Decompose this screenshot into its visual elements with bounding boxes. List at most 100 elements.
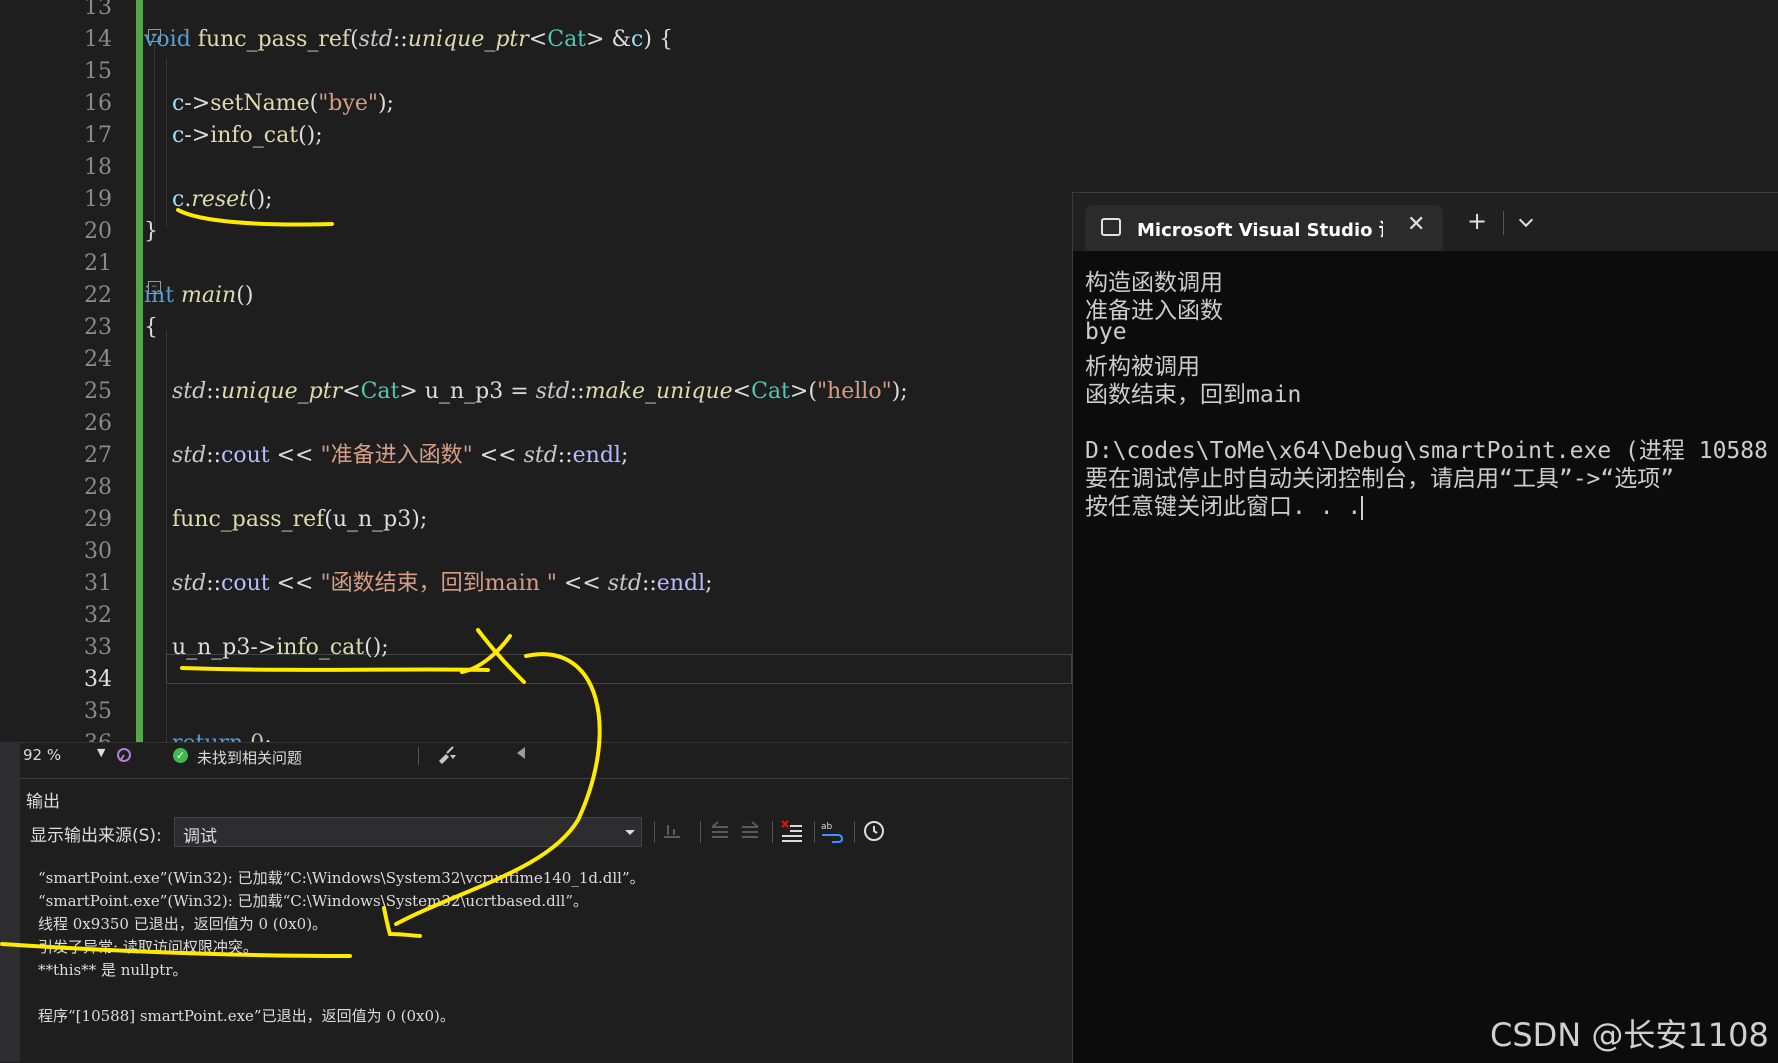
code-token: std (171, 443, 207, 468)
code-token: < (732, 379, 752, 404)
code-token: cout (221, 571, 270, 596)
code-token: func_pass_ref (197, 27, 351, 52)
line-number: 19 (84, 187, 112, 212)
code-token: -> (184, 91, 211, 116)
line-number: 22 (84, 283, 112, 308)
console-tab-bar: Microsoft Visual Studio 调试控 ✕ + (1073, 193, 1778, 251)
code-token: :: (569, 379, 585, 404)
chevron-down-icon[interactable] (1518, 212, 1534, 228)
output-source-select[interactable]: 调试 (174, 817, 642, 847)
code-line[interactable]: c.reset(); (144, 184, 273, 216)
line-number-gutter: 13 14 15 16 17 18 19 20 21 22 23 24 25 26 27 28 29 30 31 32… (20, 0, 112, 756)
code-token: std (171, 379, 207, 404)
code-token: endl (572, 443, 621, 468)
code-token: ; (705, 571, 713, 596)
code-token: reset (191, 187, 248, 212)
code-token: :: (557, 443, 573, 468)
code-line[interactable]: std::unique_ptr<Cat> u_n_p3 = std::make_… (144, 376, 908, 408)
find-message-icon[interactable] (660, 819, 684, 843)
no-issues-check-icon: ✓ (173, 748, 188, 763)
code-token: u_n_p3 = (424, 379, 536, 404)
code-line[interactable]: func_pass_ref(u_n_p3); (144, 504, 427, 536)
close-icon[interactable]: ✕ (1407, 212, 1425, 237)
new-tab-icon[interactable]: + (1467, 207, 1487, 235)
svg-text:ab: ab (821, 822, 833, 832)
code-token: > & (586, 27, 632, 52)
code-token: void (144, 27, 191, 52)
line-number: 31 (84, 571, 112, 596)
code-token: c (171, 91, 185, 116)
code-line[interactable]: c->info_cat(); (144, 120, 323, 152)
output-line: **this** 是 nullptr。 (38, 961, 188, 979)
line-number: 25 (84, 379, 112, 404)
code-token: setName (210, 91, 310, 116)
code-token: "函数结束，回到main " (320, 571, 557, 596)
code-token: Cat (751, 379, 790, 404)
code-token: < (528, 27, 548, 52)
code-token: std (171, 571, 207, 596)
word-wrap-icon[interactable]: ab (820, 819, 844, 843)
code-token: unique_ptr (221, 379, 343, 404)
clear-all-icon[interactable] (780, 819, 804, 843)
code-token: << (269, 443, 321, 468)
code-token: cout (221, 443, 270, 468)
console-output[interactable]: 构造函数调用 准备进入函数 bye 析构被调用 函数结束，回到main D:\codes\… (1085, 263, 1778, 1043)
toolbar-separator (772, 821, 773, 843)
code-editor[interactable]: 13 14 15 16 17 18 19 20 21 22 23 24 25 26 27 28 29 30 31 32… (0, 0, 1072, 756)
line-number: 32 (84, 603, 112, 628)
line-number: 23 (84, 315, 112, 340)
line-number: 13 (84, 0, 112, 20)
line-number: 21 (84, 251, 112, 276)
code-token: std (535, 379, 570, 404)
clock-icon[interactable] (862, 819, 886, 843)
issues-status[interactable]: 未找到相关问题 (197, 747, 302, 768)
output-line: 程序“[10588] smartPoint.exe”已退出，返回值为 0 (0x… (38, 1007, 455, 1025)
console-tab[interactable]: Microsoft Visual Studio 调试控 ✕ (1085, 205, 1443, 251)
line-number: 15 (84, 59, 112, 84)
code-cleanup-icon[interactable] (436, 745, 458, 765)
code-token: c (171, 187, 185, 212)
debug-console-window: Microsoft Visual Studio 调试控 ✕ + 构造函数调用准备… (1072, 192, 1778, 1063)
code-line[interactable]: std::cout << "准备进入函数" << std::endl; (144, 440, 628, 472)
output-line: 引发了异常: 读取访问权限冲突。 (38, 938, 258, 956)
code-line[interactable]: } (144, 216, 158, 248)
zoom-level[interactable]: 92 % (23, 746, 61, 764)
next-message-icon[interactable] (738, 819, 762, 843)
code-line[interactable]: void func_pass_ref(std::unique_ptr<Cat> … (144, 24, 673, 56)
console-line: 函数结束，回到main (1085, 382, 1302, 408)
code-token: std (523, 443, 558, 468)
console-line: 按任意键关闭此窗口. . . (1085, 494, 1364, 520)
code-token: (); (298, 123, 323, 148)
toolbar-separator (814, 821, 815, 843)
scroll-left-icon[interactable] (517, 747, 525, 759)
code-token: c (171, 123, 185, 148)
code-token: std (358, 27, 393, 52)
code-line[interactable]: std::cout << "函数结束，回到main " << std::endl… (144, 568, 713, 600)
line-number: 18 (84, 155, 112, 180)
zoom-dropdown-icon[interactable]: ▼ (97, 746, 105, 759)
code-line[interactable]: c->setName("bye"); (144, 88, 394, 120)
output-panel-title: 输出 (26, 792, 60, 812)
previous-message-icon[interactable] (708, 819, 732, 843)
code-token: << (269, 571, 321, 596)
line-number: 33 (84, 635, 112, 660)
code-token: u_n_p3-> (144, 635, 277, 660)
code-token: } (144, 219, 158, 244)
line-number: 35 (84, 699, 112, 724)
code-line[interactable]: { (144, 312, 158, 344)
code-token: info_cat (276, 635, 365, 660)
line-number: 14 (84, 27, 112, 52)
editor-status-bar: 92 % ▼ ✓ 未找到相关问题 (20, 742, 1070, 769)
chevron-down-icon (625, 830, 635, 835)
code-line[interactable]: int main() (144, 280, 253, 312)
code-line[interactable]: u_n_p3->info_cat(); (144, 632, 389, 664)
code-token: (); (364, 635, 389, 660)
code-area[interactable]: void func_pass_ref(std::unique_ptr<Cat> … (144, 0, 1070, 756)
code-token: :: (206, 379, 222, 404)
intellicode-icon[interactable] (114, 745, 134, 765)
code-token: { (144, 315, 158, 340)
